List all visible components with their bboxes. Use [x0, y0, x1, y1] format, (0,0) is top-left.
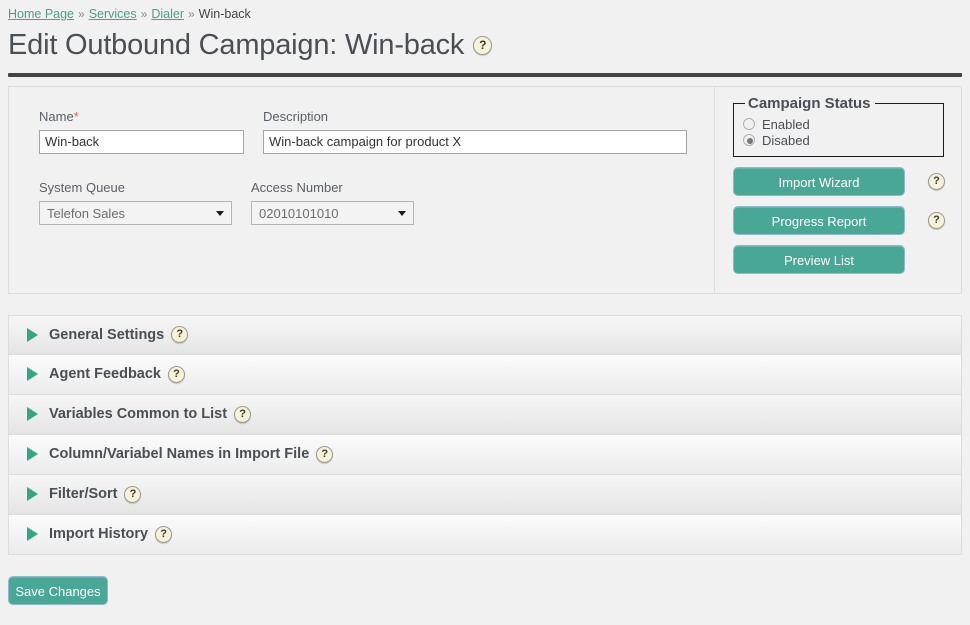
system-queue-label: System Queue — [39, 179, 125, 195]
breadcrumb-separator: » — [140, 7, 148, 21]
breadcrumb: Home Page» Services» Dialer» Win-back — [0, 0, 970, 21]
triangle-right-icon — [27, 327, 38, 342]
triangle-right-icon — [27, 527, 38, 542]
access-number-value: 02010101010 — [259, 205, 339, 221]
radio-disabled-icon[interactable] — [743, 134, 755, 147]
radio-enabled-icon[interactable] — [743, 118, 755, 131]
form-row-primary: Name* Description — [39, 109, 714, 154]
required-marker: * — [73, 108, 79, 124]
accordion-label: Variables Common to List — [49, 406, 228, 423]
campaign-form: Name* Description System Queue Telefon S… — [9, 86, 715, 293]
title-divider — [8, 72, 962, 77]
accordion-section-import-history[interactable]: Import History ? — [8, 514, 962, 555]
breadcrumb-separator: » — [187, 7, 195, 21]
campaign-details-panel: Name* Description System Queue Telefon S… — [8, 85, 962, 294]
breadcrumb-item-services[interactable]: Services — [89, 7, 137, 21]
accordion-label: General Settings — [49, 326, 165, 343]
campaign-status-column: Campaign Status Enabled Disabed Import W… — [715, 87, 961, 293]
triangle-right-icon — [27, 447, 38, 462]
system-queue-field-group: System Queue Telefon Sales — [39, 180, 232, 228]
import-wizard-button[interactable]: Import Wizard — [733, 166, 905, 196]
accordion-help-icon[interactable]: ? — [316, 445, 334, 463]
accordion-section-variables-common-to-list[interactable]: Variables Common to List ? — [8, 394, 962, 435]
breadcrumb-item-current: Win-back — [198, 7, 251, 21]
accordion-section-agent-feedback[interactable]: Agent Feedback ? — [8, 354, 962, 395]
breadcrumb-item-dialer[interactable]: Dialer — [151, 7, 184, 21]
accordion-help-icon[interactable]: ? — [168, 365, 185, 383]
save-changes-button[interactable]: Save Changes — [8, 575, 108, 605]
radio-disabled-label: Disabed — [762, 132, 810, 148]
radio-option-enabled[interactable]: Enabled — [743, 117, 943, 132]
accordion-label: Import History — [49, 526, 149, 543]
description-input[interactable] — [263, 129, 687, 154]
form-row-secondary: System Queue Telefon Sales Access Number… — [39, 180, 714, 228]
name-field-group: Name* — [39, 109, 244, 154]
page-title-row: Edit Outbound Campaign: Win-back ? — [0, 21, 970, 62]
radio-enabled-label: Enabled — [762, 116, 810, 132]
page-title-help-icon[interactable]: ? — [473, 36, 493, 56]
system-queue-select[interactable]: Telefon Sales — [39, 200, 232, 225]
campaign-status-legend: Campaign Status — [748, 94, 871, 112]
page-title: Edit Outbound Campaign: Win-back — [8, 29, 465, 61]
accordion-section-general-settings[interactable]: General Settings ? — [8, 314, 962, 355]
accordion-help-icon[interactable]: ? — [124, 485, 142, 503]
triangle-right-icon — [27, 367, 38, 382]
accordion-help-icon[interactable]: ? — [155, 525, 173, 543]
import-wizard-row: Import Wizard ? — [733, 157, 961, 196]
system-queue-value: Telefon Sales — [47, 205, 126, 221]
access-number-field-group: Access Number 02010101010 — [251, 180, 414, 228]
breadcrumb-item-home-page[interactable]: Home Page — [8, 7, 74, 21]
access-number-label: Access Number — [251, 179, 343, 195]
description-label: Description — [263, 108, 329, 124]
accordion-help-icon[interactable]: ? — [234, 405, 252, 423]
import-wizard-help-icon[interactable]: ? — [928, 172, 945, 190]
accordion-help-icon[interactable]: ? — [171, 326, 189, 344]
footer-actions: Save Changes — [8, 575, 970, 605]
triangle-right-icon — [27, 407, 38, 422]
campaign-status-fieldset: Campaign Status Enabled Disabed — [733, 94, 944, 157]
settings-accordion: General Settings ? Agent Feedback ? Vari… — [8, 314, 962, 555]
preview-list-button[interactable]: Preview List — [733, 244, 905, 274]
access-number-select[interactable]: 02010101010 — [251, 200, 414, 225]
triangle-right-icon — [27, 487, 38, 502]
chevron-down-icon — [216, 210, 224, 216]
accordion-label: Agent Feedback — [49, 366, 161, 383]
progress-report-help-icon[interactable]: ? — [928, 211, 945, 229]
radio-option-disabled[interactable]: Disabed — [743, 133, 943, 148]
accordion-section-column-variable-names[interactable]: Column/Variabel Names in Import File ? — [8, 434, 962, 475]
description-field-group: Description — [263, 109, 687, 154]
preview-list-row: Preview List — [733, 235, 961, 274]
breadcrumb-separator: » — [78, 7, 85, 21]
progress-report-row: Progress Report ? — [733, 196, 961, 235]
chevron-down-icon — [398, 210, 406, 216]
progress-report-button[interactable]: Progress Report — [733, 205, 905, 235]
accordion-label: Filter/Sort — [49, 486, 118, 503]
name-label: Name* — [39, 108, 79, 124]
accordion-label: Column/Variabel Names in Import File — [49, 446, 310, 463]
name-input[interactable] — [39, 129, 244, 154]
accordion-section-filter-sort[interactable]: Filter/Sort ? — [8, 474, 962, 515]
